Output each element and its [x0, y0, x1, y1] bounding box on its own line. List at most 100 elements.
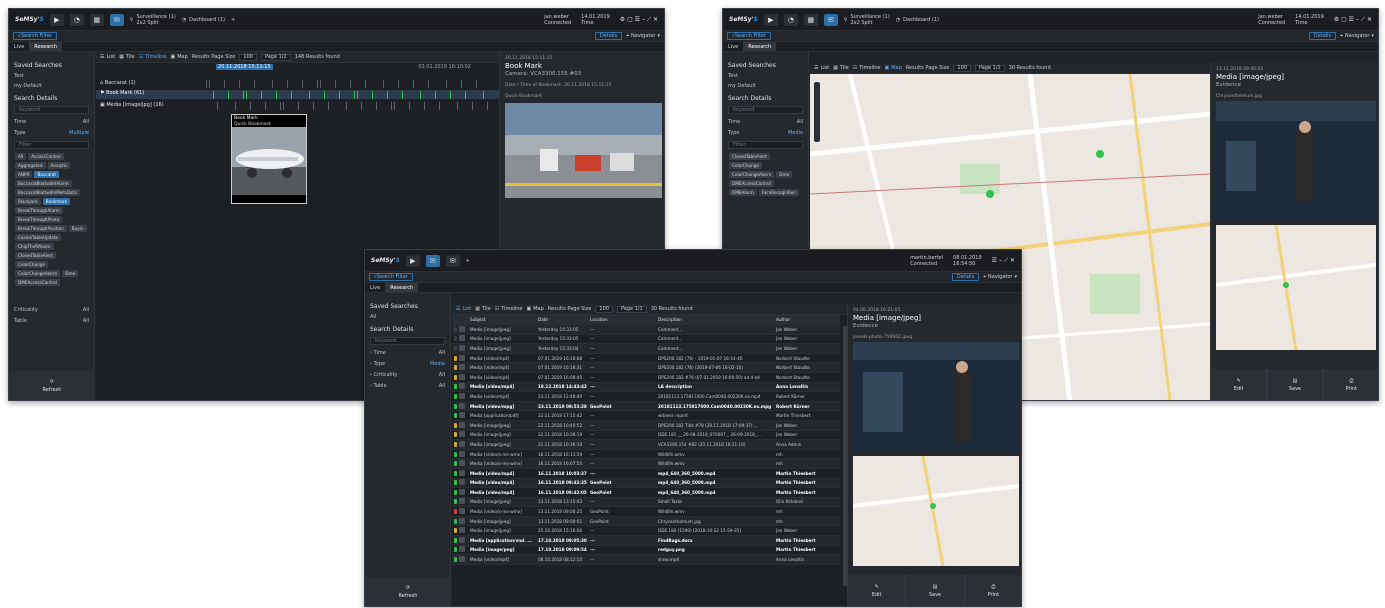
table-row[interactable]: Media [video/mp4] 16.11.2018 09:42:35 GeoP… — [452, 478, 840, 489]
timeline-marker[interactable] — [261, 91, 262, 99]
timeline-marker[interactable] — [309, 91, 310, 99]
tab-surveillance[interactable]: ⚲ Surveillance (1) 2x2 Split — [130, 14, 176, 26]
filter-type[interactable]: Type Multiple — [14, 130, 89, 136]
mail-icon[interactable]: ✉ — [109, 13, 124, 26]
page-size-select[interactable]: 100 — [595, 305, 613, 313]
type-chip[interactable]: BreakThroughPosition — [15, 225, 67, 232]
type-chip[interactable]: Analytic — [47, 162, 71, 169]
timeline-marker[interactable] — [461, 80, 462, 88]
timeline-marker[interactable] — [413, 80, 414, 88]
type-chip[interactable]: CasinoTableUpdate — [15, 234, 62, 241]
type-chip[interactable]: Baccarat — [34, 171, 59, 178]
tab-research[interactable]: Research — [385, 283, 419, 292]
header-subject[interactable]: Subject — [468, 317, 536, 322]
timeline-marker[interactable] — [239, 80, 240, 88]
table-row[interactable]: Media [video/mp4] 23.11.2018 12:48:40 --- 2… — [452, 392, 840, 402]
timeline-marker[interactable] — [339, 91, 340, 99]
tab-dashboard[interactable]: ◔ Dashboard (1) — [896, 17, 939, 23]
timeline-marker[interactable] — [409, 102, 410, 110]
timeline-view-button[interactable]: ☷ Timeline — [495, 306, 523, 312]
timeline-marker[interactable] — [235, 102, 236, 110]
timeline-marker[interactable] — [476, 80, 477, 88]
timeline-marker[interactable] — [365, 80, 366, 88]
play-icon[interactable]: ▶ — [405, 254, 420, 267]
list-view-button[interactable]: ☰ List — [100, 54, 115, 60]
table-row[interactable]: Media [video/mp4] 07.01.2019 16:08:45 --- D… — [452, 373, 840, 383]
timeline-marker[interactable] — [206, 80, 207, 88]
table-row[interactable]: Media [image/png] 17.10.2018 09:09:54 --- r… — [452, 546, 840, 556]
page-select[interactable]: Page 1/1 — [974, 64, 1005, 72]
header-date[interactable]: Date — [536, 317, 588, 322]
table-row[interactable]: Media [video/x-ms-wmv] 13.11.2018 09:00:2… — [452, 507, 840, 517]
save-button[interactable]: ▤ Save — [906, 575, 965, 606]
timeline-marker[interactable] — [213, 91, 214, 99]
type-chip[interactable]: BreakThroughAlarm — [15, 207, 63, 214]
type-chip[interactable]: FaceRecognition — [758, 189, 799, 196]
type-chip[interactable]: ClosedTableAlert — [15, 252, 56, 259]
type-chip[interactable]: All — [15, 153, 27, 160]
keyword-input[interactable]: Keyword — [728, 106, 803, 114]
type-chip[interactable]: Aggregated — [15, 162, 46, 169]
type-chip[interactable]: ANPR — [15, 171, 33, 178]
filter-criticality[interactable]: Criticality All — [14, 307, 89, 313]
table-row[interactable]: Media [video/mp4] 16.11.2018 09:42:05 GeoP… — [452, 488, 840, 498]
type-filter-input[interactable]: Filter — [14, 141, 89, 149]
timeline-marker[interactable] — [313, 102, 314, 110]
table-row[interactable]: Media [image/jpeg] Yesterday 15:33:05 --- C… — [452, 325, 840, 335]
table-row[interactable]: Media [image/jpeg] 13.11.2018 13:15:43 ---… — [452, 497, 840, 508]
tile-view-button[interactable]: ▦ Tile — [475, 306, 491, 312]
type-filter-input[interactable]: Filter — [728, 141, 803, 149]
timeline-marker[interactable] — [394, 102, 395, 110]
keyword-input[interactable]: Keyword — [370, 337, 445, 345]
list-view-button[interactable]: ☰ List — [814, 65, 829, 71]
refresh-button[interactable]: ⟳ Refresh — [365, 577, 451, 606]
filter-type[interactable]: Type Media — [728, 130, 803, 136]
timeline-marker[interactable] — [298, 102, 299, 110]
timeline-marker[interactable] — [372, 91, 373, 99]
timeline-marker[interactable] — [361, 102, 362, 110]
tab-research[interactable]: Research — [29, 42, 63, 51]
dashboard-icon[interactable]: ◔ — [783, 13, 798, 26]
add-tab-button[interactable]: + — [231, 17, 235, 23]
timeline-marker[interactable] — [354, 91, 355, 99]
window-controls[interactable]: ⚙ ▢ ☰ – ⟋ ✕ — [620, 16, 658, 24]
filter-criticality[interactable]: › Criticality All — [370, 372, 445, 378]
timeline-marker[interactable] — [446, 80, 447, 88]
page-size-select[interactable]: 100 — [953, 64, 971, 72]
timeline-marker[interactable] — [217, 102, 218, 110]
timeline-marker[interactable] — [457, 102, 458, 110]
type-chip[interactable]: BaccaratBlattwählMetaData — [15, 189, 80, 196]
type-chip[interactable]: DMEAlarm — [729, 189, 757, 196]
table-row[interactable]: Media [application/vnd. ... 17.10.2018 09… — [452, 536, 840, 546]
play-icon[interactable]: ▶ — [49, 13, 64, 26]
timeline-view-button[interactable]: ☷ Timeline — [853, 65, 881, 71]
timeline-marker[interactable] — [250, 102, 251, 110]
mail-icon[interactable]: ✉ — [425, 254, 440, 267]
page-select[interactable]: Page 1/1 — [616, 305, 647, 313]
table-row[interactable]: Media [image/jpeg] 21.11.2018 10:36:10 ---… — [452, 440, 840, 450]
timeline-marker[interactable] — [487, 102, 488, 110]
details-button[interactable]: Details — [1308, 32, 1337, 40]
tab-dashboard[interactable]: ◔ Dashboard (1) — [182, 17, 225, 23]
timeline-marker[interactable] — [465, 91, 466, 99]
timeline-marker[interactable] — [398, 80, 399, 88]
dashboard-icon[interactable]: ◔ — [69, 13, 84, 26]
timeline-marker[interactable] — [228, 91, 229, 99]
tile-view-button[interactable]: ▦ Tile — [119, 54, 135, 60]
header-location[interactable]: Location — [588, 317, 656, 322]
filter-time[interactable]: Time All — [14, 119, 89, 125]
table-row[interactable]: Media [image/jpeg] 22.11.2018 10:38:19 ---… — [452, 431, 840, 441]
filter-table[interactable]: Table All — [14, 318, 89, 324]
timeline-marker[interactable] — [428, 80, 429, 88]
save-button[interactable]: ▤ Save — [1267, 369, 1324, 400]
window-controls[interactable]: ⚙ ▢ ☰ – ⟋ ✕ — [1334, 16, 1372, 24]
timeline-marker[interactable] — [276, 91, 277, 99]
table-row[interactable]: Media [video/x-ms-wmv] 16.11.2018 16:07:5… — [452, 459, 840, 469]
timeline-marker[interactable] — [324, 91, 325, 99]
print-button[interactable]: ⎙ Print — [965, 575, 1021, 606]
mail-icon[interactable]: ✉ — [823, 13, 838, 26]
map-view-button[interactable]: ▣ Map — [170, 54, 187, 60]
search-filter-button[interactable]: ⌕ Search Filter — [727, 32, 771, 40]
type-chip[interactable]: DMEAccessControl — [15, 279, 60, 286]
saved-search-item[interactable]: my Default — [14, 83, 89, 89]
